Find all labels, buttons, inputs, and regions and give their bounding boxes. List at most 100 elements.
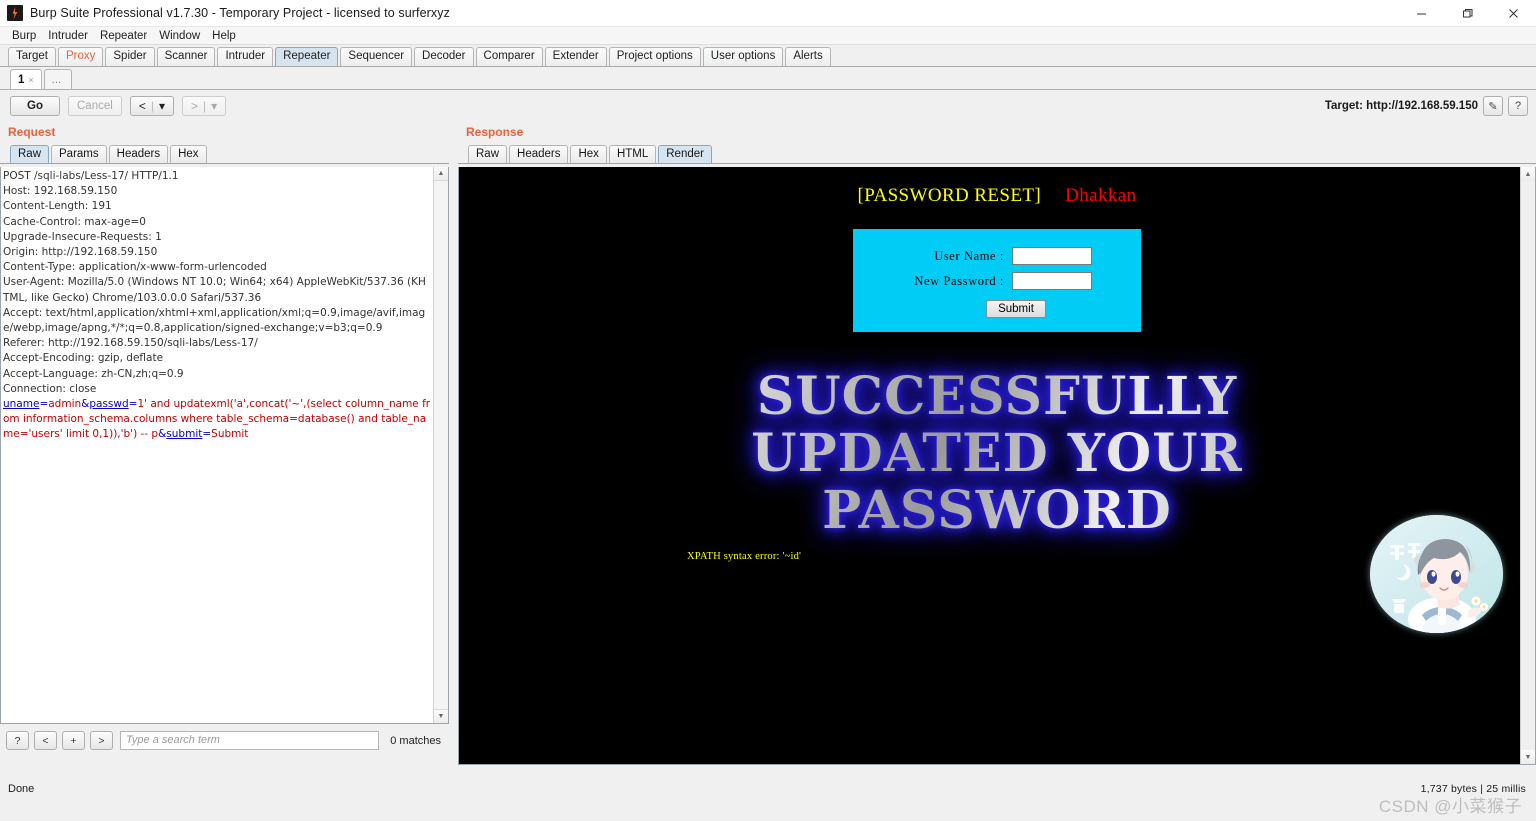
search-next-button[interactable]: > (90, 731, 113, 750)
chevron-down-icon: ▾ (211, 99, 218, 113)
tab-spider[interactable]: Spider (105, 47, 155, 66)
new-password-label: New Password : (914, 273, 1004, 288)
repeater-tab-strip: 1 × ... (0, 67, 1536, 90)
submit-button[interactable]: Submit (986, 300, 1046, 318)
window-controls (1398, 0, 1536, 27)
tab-comparer[interactable]: Comparer (475, 47, 543, 66)
tab-decoder[interactable]: Decoder (414, 47, 474, 66)
response-stats: 1,737 bytes | 25 millis (1420, 783, 1526, 795)
success-banner: SUCCESSFULLY UPDATED YOUR PASSWORD (459, 368, 1535, 539)
back-button[interactable]: < | ▾ (129, 96, 174, 116)
request-title: Request (8, 125, 56, 139)
response-render-frame: [PASSWORD RESET] Dhakkan User Name : New … (458, 167, 1536, 765)
username-label: User Name : (934, 248, 1004, 263)
password-reset-heading: [PASSWORD RESET] (857, 185, 1042, 206)
request-tab-params[interactable]: Params (51, 145, 107, 163)
avatar (1370, 515, 1503, 633)
response-tab-render[interactable]: Render (658, 145, 712, 163)
banner-line-1: SUCCESSFULLY (756, 366, 1238, 427)
repeater-tab-1-label: 1 (18, 73, 25, 86)
scroll-down-icon[interactable]: ▼ (1521, 750, 1535, 764)
tab-project-options[interactable]: Project options (608, 47, 701, 66)
status-bar: Done 1,737 bytes | 25 millis (0, 777, 1536, 801)
go-button[interactable]: Go (10, 96, 60, 116)
tab-user-options[interactable]: User options (702, 47, 784, 66)
chevron-left-icon: < (138, 99, 146, 113)
response-tab-raw[interactable]: Raw (468, 145, 508, 163)
request-editor[interactable]: POST /sqli-labs/Less-17/ HTTP/1.1 Host: … (0, 167, 449, 724)
username-row: User Name : (853, 247, 1141, 265)
tab-scanner[interactable]: Scanner (156, 47, 216, 66)
menu-item-repeater[interactable]: Repeater (94, 27, 153, 45)
status-message: Done (8, 783, 35, 795)
page-heading: [PASSWORD RESET] Dhakkan (459, 167, 1535, 207)
help-icon[interactable]: ? (1508, 96, 1528, 116)
chevron-right-icon: > (190, 99, 198, 113)
menu-bar: Burp Intruder Repeater Window Help (0, 27, 1536, 45)
tab-alerts[interactable]: Alerts (785, 47, 831, 66)
repeater-toolbar: Go Cancel < | ▾ > | ▾ Target: http://192… (0, 90, 1536, 122)
cancel-button: Cancel (68, 96, 122, 116)
repeater-tab-1[interactable]: 1 × (10, 69, 42, 89)
password-reset-form: User Name : New Password : Submit (853, 229, 1141, 332)
param-name-passwd: passwd (89, 398, 129, 411)
request-body-text: uname=admin&passwd=1' and updatexml('a',… (3, 398, 431, 441)
pane-divider[interactable] (449, 122, 458, 777)
minimize-icon[interactable] (1398, 0, 1444, 27)
search-prev-button[interactable]: < (34, 731, 57, 750)
menu-item-help[interactable]: Help (206, 27, 242, 45)
new-password-input[interactable] (1012, 272, 1092, 290)
response-vertical-scrollbar[interactable]: ▲ ▼ (1520, 167, 1535, 764)
forward-button: > | ▾ (181, 96, 227, 116)
menu-item-window[interactable]: Window (153, 27, 206, 45)
window-title: Burp Suite Professional v1.7.30 - Tempor… (30, 6, 450, 20)
maximize-restore-icon[interactable] (1444, 0, 1490, 27)
anime-girl-avatar-icon (1370, 515, 1503, 633)
request-vertical-scrollbar[interactable]: ▲ ▼ (433, 167, 448, 723)
search-match-count: 0 matches (390, 734, 441, 747)
menu-item-burp[interactable]: Burp (6, 27, 42, 45)
tab-extender[interactable]: Extender (544, 47, 607, 66)
request-tab-hex[interactable]: Hex (170, 145, 207, 163)
tab-intruder[interactable]: Intruder (217, 47, 274, 66)
repeater-tab-new[interactable]: ... (43, 69, 72, 89)
dhakkan-heading: Dhakkan (1065, 185, 1137, 206)
username-input[interactable] (1012, 247, 1092, 265)
divider: | (203, 99, 207, 113)
response-tab-hex[interactable]: Hex (570, 145, 607, 163)
tab-sequencer[interactable]: Sequencer (340, 47, 413, 66)
close-icon[interactable] (1490, 0, 1536, 27)
chevron-down-icon: ▾ (158, 99, 165, 113)
banner-line-2: UPDATED YOUR (751, 423, 1243, 484)
scroll-up-icon[interactable]: ▲ (434, 167, 448, 181)
close-icon[interactable]: × (28, 71, 33, 89)
response-tab-strip: Raw Headers Hex HTML Render (458, 143, 1536, 164)
param-name-submit: submit (166, 428, 203, 441)
request-tab-headers[interactable]: Headers (108, 145, 169, 163)
xpath-error-message: XPATH syntax error: '~id' (687, 551, 802, 562)
response-title: Response (466, 125, 524, 139)
request-pane: Request Raw Params Headers Hex POST /sql… (0, 122, 449, 777)
divider: | (150, 99, 154, 113)
search-add-button[interactable]: + (62, 731, 85, 750)
title-bar: Burp Suite Professional v1.7.30 - Tempor… (0, 0, 1536, 27)
scroll-down-icon[interactable]: ▼ (434, 709, 448, 723)
request-raw-text[interactable]: POST /sqli-labs/Less-17/ HTTP/1.1 Host: … (3, 169, 432, 443)
param-value-uname: admin (48, 398, 82, 411)
main-tab-strip: Target Proxy Spider Scanner Intruder Rep… (0, 45, 1536, 67)
response-tab-headers[interactable]: Headers (509, 145, 569, 163)
request-tab-raw[interactable]: Raw (10, 145, 50, 163)
request-tab-strip: Raw Params Headers Hex (0, 143, 449, 164)
search-help-button[interactable]: ? (6, 731, 29, 750)
banner-line-3: PASSWORD (822, 480, 1172, 541)
search-input[interactable]: Type a search term (120, 731, 380, 750)
tab-proxy[interactable]: Proxy (57, 47, 104, 66)
pencil-icon[interactable]: ✎ (1483, 96, 1503, 116)
tab-target[interactable]: Target (8, 47, 56, 66)
response-tab-html[interactable]: HTML (608, 145, 657, 163)
scroll-up-icon[interactable]: ▲ (1521, 167, 1535, 181)
menu-item-intruder[interactable]: Intruder (42, 27, 94, 45)
request-headers-text: POST /sqli-labs/Less-17/ HTTP/1.1 Host: … (3, 170, 426, 395)
target-area: Target: http://192.168.59.150 ✎ ? (1325, 90, 1528, 122)
tab-repeater[interactable]: Repeater (275, 47, 339, 66)
